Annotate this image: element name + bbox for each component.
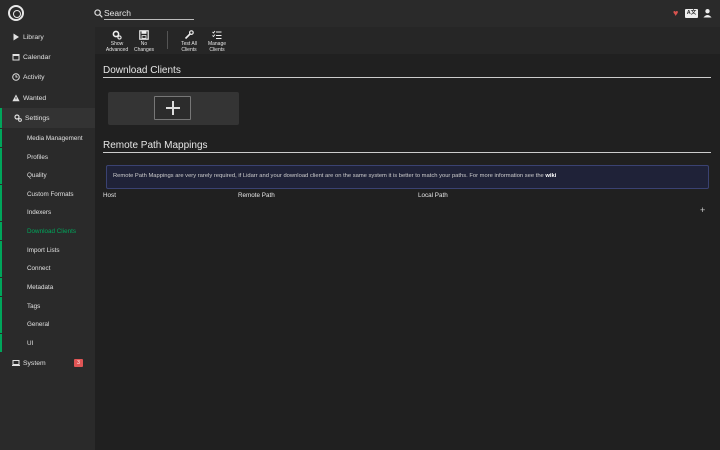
download-clients-heading: Download Clients: [103, 65, 181, 76]
sidebar-subitem-quality[interactable]: Quality: [0, 166, 95, 184]
gears-icon: [112, 30, 122, 40]
search-input[interactable]: [104, 6, 194, 20]
sidebar-subitem-media-management[interactable]: Media Management: [0, 129, 95, 147]
heart-icon[interactable]: ♥: [673, 8, 678, 18]
sidebar-subitem-connect[interactable]: Connect: [0, 259, 95, 277]
sidebar-item-label: Wanted: [23, 94, 47, 102]
sidebar-subitem-metadata[interactable]: Metadata: [0, 278, 95, 296]
show-advanced-button[interactable]: Show Advanced: [102, 30, 132, 53]
column-header-remote-path: Remote Path: [238, 192, 275, 199]
toolbar-separator: [167, 31, 168, 49]
user-icon[interactable]: [703, 8, 712, 18]
sidebar-item-settings[interactable]: Settings: [0, 108, 95, 128]
test-all-clients-button[interactable]: Test All Clients: [174, 30, 204, 53]
add-icon[interactable]: [154, 96, 191, 120]
calendar-icon: [12, 54, 20, 61]
sidebar-item-label: Library: [23, 33, 44, 41]
section-divider: [103, 77, 711, 78]
sidebar-subitem-general[interactable]: General: [0, 315, 95, 333]
sidebar-item-system[interactable]: System 3: [0, 353, 95, 373]
sidebar-subitem-download-clients[interactable]: Download Clients: [0, 222, 95, 240]
laptop-icon: [12, 360, 20, 366]
column-header-local-path: Local Path: [418, 192, 448, 199]
remote-path-mappings-heading: Remote Path Mappings: [103, 140, 208, 151]
manage-clients-button[interactable]: Manage Clients: [202, 30, 232, 53]
sidebar-item-calendar[interactable]: Calendar: [0, 47, 95, 67]
section-divider: [103, 152, 711, 153]
add-download-client-card[interactable]: [108, 92, 239, 125]
info-text: Remote Path Mappings are very rarely req…: [113, 173, 546, 179]
info-alert: Remote Path Mappings are very rarely req…: [106, 165, 709, 189]
sidebar-subitem-indexers[interactable]: Indexers: [0, 203, 95, 221]
gears-icon: [14, 114, 22, 122]
list-check-icon: [212, 30, 222, 39]
wrench-icon: [184, 30, 194, 40]
save-icon: [139, 30, 149, 40]
column-header-host: Host: [103, 192, 116, 199]
sidebar-subitem-ui[interactable]: UI: [0, 334, 95, 352]
sidebar-item-label: System: [23, 359, 46, 367]
sidebar-item-label: Activity: [23, 73, 45, 81]
play-icon: [13, 33, 19, 41]
sidebar-item-label: Settings: [25, 114, 50, 122]
sidebar-item-activity[interactable]: Activity: [0, 67, 95, 87]
search-icon: [94, 9, 103, 18]
translate-icon[interactable]: A文: [685, 9, 698, 18]
sidebar-item-label: Calendar: [23, 53, 51, 61]
lidarr-logo-icon[interactable]: [8, 5, 24, 21]
sidebar-subitem-import-lists[interactable]: Import Lists: [0, 241, 95, 259]
warning-icon: [12, 94, 20, 102]
sidebar-item-library[interactable]: Library: [0, 27, 95, 47]
wiki-link[interactable]: wiki: [545, 173, 556, 179]
sidebar-subitem-custom-formats[interactable]: Custom Formats: [0, 185, 95, 203]
status-badge: 3: [74, 359, 83, 367]
add-mapping-button[interactable]: +: [700, 205, 705, 215]
save-button[interactable]: No Changes: [129, 30, 159, 53]
sidebar-item-wanted[interactable]: Wanted: [0, 88, 95, 108]
clock-icon: [12, 73, 20, 81]
sidebar-subitem-tags[interactable]: Tags: [0, 297, 95, 315]
sidebar-subitem-profiles[interactable]: Profiles: [0, 148, 95, 166]
top-header: ♥ A文: [0, 0, 720, 27]
